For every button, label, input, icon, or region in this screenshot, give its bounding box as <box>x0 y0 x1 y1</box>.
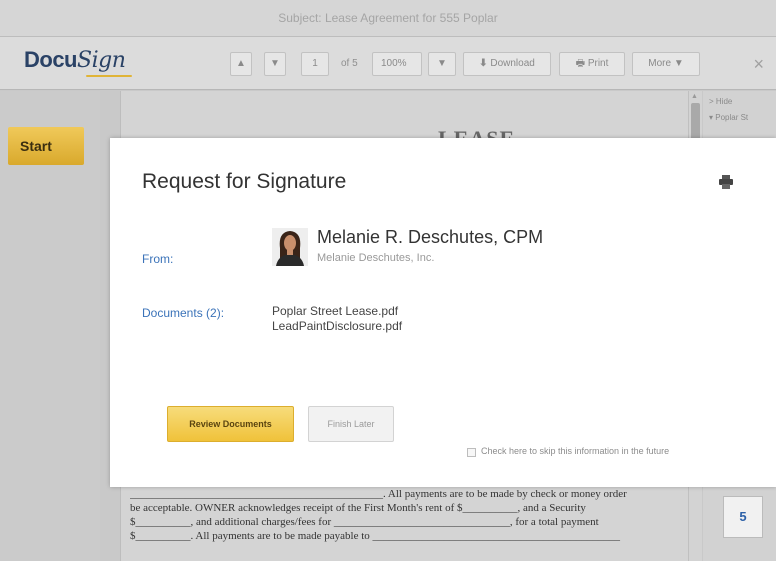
start-button[interactable]: Start <box>8 127 84 165</box>
logo-underline <box>86 75 132 77</box>
documents-label: Documents (2): <box>142 306 225 320</box>
document-line: be acceptable. OWNER acknowledges receip… <box>130 502 586 514</box>
hide-panel-link[interactable]: > Hide <box>709 97 732 106</box>
zoom-select[interactable]: 100% <box>372 52 422 76</box>
prev-page-button[interactable]: ▲ <box>230 52 252 76</box>
from-label: From: <box>142 252 174 266</box>
sender-organization: Melanie Deschutes, Inc. <box>317 252 435 264</box>
print-label: Print <box>587 58 609 69</box>
download-button[interactable]: ⬇ Download <box>463 52 551 76</box>
zoom-dropdown-button[interactable]: ▼ <box>428 52 456 76</box>
document-line: ________________________________________… <box>130 488 627 500</box>
close-icon[interactable]: × <box>753 52 764 76</box>
more-label: More <box>648 58 672 69</box>
caret-down-icon: ▼ <box>270 58 280 69</box>
skip-info-label: Check here to skip this information in t… <box>481 446 670 456</box>
window-title: Subject: Lease Agreement for 555 Poplar <box>0 0 776 37</box>
page-number-input[interactable]: 1 <box>301 52 329 76</box>
chevron-down-icon: ▼ <box>437 58 447 69</box>
logo-suffix: Sign <box>77 48 126 73</box>
logo-prefix: Docu <box>24 47 78 72</box>
document-name: LeadPaintDisclosure.pdf <box>272 319 403 333</box>
download-icon: ⬇ <box>479 58 488 69</box>
zoom-value: 100% <box>381 58 407 69</box>
sender-avatar <box>272 228 308 266</box>
folder-tree-item[interactable]: ▾ Poplar St <box>709 113 748 122</box>
scroll-up-icon[interactable]: ▲ <box>691 93 698 100</box>
sender-name: Melanie R. Deschutes, CPM <box>317 227 544 247</box>
finish-later-button[interactable]: Finish Later <box>308 406 394 442</box>
page-count: of 5 <box>341 58 358 69</box>
printer-icon[interactable] <box>719 175 733 189</box>
review-documents-button[interactable]: Review Documents <box>167 406 294 442</box>
document-line: $__________, and additional charges/fees… <box>130 516 599 528</box>
chevron-down-icon: ▼ <box>673 58 684 69</box>
document-line: $__________. All payments are to be made… <box>130 530 621 542</box>
avatar-portrait <box>272 228 308 266</box>
page-thumbnail[interactable]: 5 <box>723 496 763 538</box>
dialog-title: Request for Signature <box>142 170 347 193</box>
toolbar: DocuSign ▲ ▼ 1 of 5 100% ▼ ⬇ Download 🖶 … <box>0 37 776 90</box>
print-button[interactable]: 🖶 Print <box>559 52 625 76</box>
download-label: Download <box>490 58 535 69</box>
caret-up-icon: ▲ <box>236 58 246 69</box>
next-page-button[interactable]: ▼ <box>264 52 286 76</box>
skip-info-checkbox[interactable] <box>467 448 476 457</box>
document-name: Poplar Street Lease.pdf <box>272 304 399 318</box>
document-text: ________________________________________… <box>130 487 690 543</box>
request-signature-dialog: Request for Signature From: Melanie R. D… <box>110 138 776 487</box>
printer-icon: 🖶 <box>575 58 586 69</box>
scrollbar-thumb[interactable] <box>691 103 700 143</box>
more-button[interactable]: More ▼ <box>632 52 700 76</box>
docusign-logo: DocuSign <box>24 47 126 73</box>
